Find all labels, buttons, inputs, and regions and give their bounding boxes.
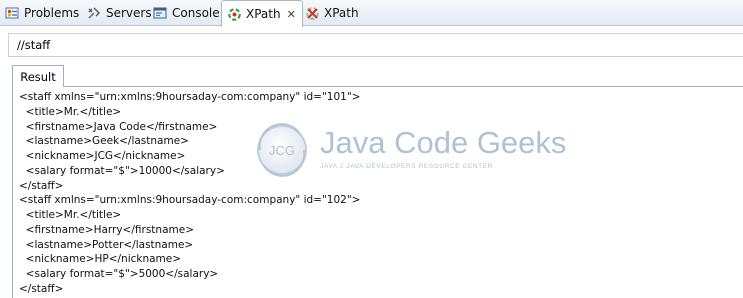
view-tab-bar: Problems Servers Console XPath ✕ XPath bbox=[0, 0, 743, 27]
result-line: <title>Mr.</title> bbox=[19, 209, 122, 221]
tab-console-label: Console bbox=[172, 6, 220, 20]
xpath-icon bbox=[226, 6, 242, 22]
problems-icon bbox=[4, 5, 20, 21]
watermark: JCG Java Code Geeks JAVA 2 JAVA DEVELOPE… bbox=[250, 120, 566, 180]
tab-xpath-label: XPath bbox=[246, 7, 281, 21]
result-panel[interactable]: <staff xmlns="urn:xmlns:9hoursaday-com:c… bbox=[12, 86, 743, 298]
tab-servers[interactable]: Servers bbox=[86, 0, 152, 26]
watermark-title: Java Code Geeks bbox=[320, 125, 567, 160]
xpath-disabled-icon bbox=[304, 5, 320, 21]
result-line: <lastname>Potter</lastname> bbox=[19, 238, 194, 251]
result-line: <salary format="$">5000</salary> bbox=[19, 268, 219, 280]
tab-problems-label: Problems bbox=[24, 6, 80, 20]
result-line: <nickname>HP</nickname> bbox=[19, 253, 182, 266]
tab-result-label: Result bbox=[20, 69, 56, 84]
watermark-subtitle: JAVA 2 JAVA DEVELOPERS RESOURCE CENTER bbox=[320, 163, 493, 170]
tab-xpath-secondary-label: XPath bbox=[324, 6, 359, 20]
result-line: <firstname>Harry</firstname> bbox=[19, 223, 194, 236]
tab-xpath-active[interactable]: XPath ✕ bbox=[221, 0, 303, 27]
tab-problems[interactable]: Problems bbox=[4, 0, 79, 26]
jcg-logo-icon: JCG bbox=[257, 123, 307, 177]
tab-xpath-secondary[interactable]: XPath bbox=[304, 0, 359, 26]
tab-console[interactable]: Console bbox=[152, 0, 220, 26]
console-icon bbox=[152, 5, 168, 21]
result-line: <staff xmlns="urn:xmlns:9hoursaday-com:c… bbox=[19, 194, 361, 207]
result-line: </staff> bbox=[19, 282, 64, 295]
tab-servers-label: Servers bbox=[106, 6, 152, 20]
logo-text: JCG bbox=[269, 143, 295, 158]
result-line: </staff> bbox=[19, 179, 64, 192]
servers-icon bbox=[86, 5, 102, 21]
close-icon[interactable]: ✕ bbox=[287, 8, 296, 21]
tab-result[interactable]: Result bbox=[12, 65, 64, 87]
result-line: <staff xmlns="urn:xmlns:9hoursaday-com:c… bbox=[19, 91, 361, 103]
xpath-expression-input[interactable] bbox=[8, 33, 743, 57]
result-line: <title>Mr.</title> bbox=[19, 105, 122, 118]
